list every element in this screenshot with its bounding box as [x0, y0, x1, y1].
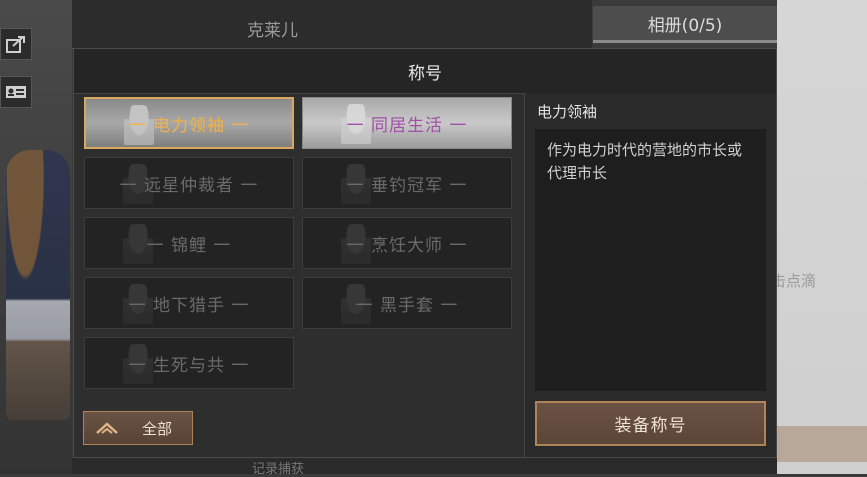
character-name-tab[interactable]: 克莱儿 [72, 0, 592, 49]
title-tile-label: 一 锦鲤 一 [146, 235, 232, 256]
title-tile-koi[interactable]: 一 锦鲤 一 [84, 217, 294, 269]
equip-title-button[interactable]: 装备称号 [535, 401, 766, 446]
title-dialog: 称号 一 电力领袖 一 一 同居生活 一 一 远星仲裁者 一 一 垂钓冠军 一 … [73, 48, 777, 458]
title-tile-star-arbiter[interactable]: 一 远星仲裁者 一 [84, 157, 294, 209]
title-tile-life-and-death[interactable]: 一 生死与共 一 [84, 337, 294, 389]
profile-card-button[interactable] [0, 76, 32, 108]
title-tile-label: 一 生死与共 一 [128, 355, 250, 376]
character-figure [6, 150, 70, 420]
selected-title-name: 电力领袖 [537, 103, 598, 121]
filter-label: 全部 [142, 419, 173, 438]
title-detail-panel: 电力领袖 作为电力时代的营地的市长或代理市长 装备称号 [525, 93, 776, 457]
chevron-up-icon [96, 422, 118, 434]
title-tile-label: 一 地下猎手 一 [128, 295, 250, 316]
bottom-strip: 记录捕获 [72, 458, 777, 477]
title-tile-label: 一 垂钓冠军 一 [346, 175, 468, 196]
tap-hint: 击点滴 [771, 272, 817, 290]
character-name: 克莱儿 [247, 21, 298, 41]
background-right-panel: 击点滴 [771, 0, 867, 474]
title-tile-underground-hunter[interactable]: 一 地下猎手 一 [84, 277, 294, 329]
dialog-title: 称号 [74, 49, 776, 94]
title-tile-black-glove[interactable]: 一 黑手套 一 [302, 277, 512, 329]
album-tab[interactable]: 相册(0/5) [593, 6, 777, 43]
title-grid: 一 电力领袖 一 一 同居生活 一 一 远星仲裁者 一 一 垂钓冠军 一 一 锦… [74, 93, 524, 398]
share-button[interactable] [0, 28, 32, 60]
title-description: 作为电力时代的营地的市长或代理市长 [535, 129, 766, 391]
title-tile-label: 一 远星仲裁者 一 [119, 175, 259, 196]
right-panel-bar [777, 426, 867, 462]
title-tile-electric-leader[interactable]: 一 电力领袖 一 [84, 97, 294, 149]
bottom-text: 记录捕获 [252, 462, 305, 477]
title-tile-label: 一 电力领袖 一 [128, 115, 250, 136]
title-tile-cohabitation[interactable]: 一 同居生活 一 [302, 97, 512, 149]
title-tile-master-chef[interactable]: 一 烹饪大师 一 [302, 217, 512, 269]
title-tile-fishing-champion[interactable]: 一 垂钓冠军 一 [302, 157, 512, 209]
title-tile-label: 一 黑手套 一 [355, 295, 459, 316]
title-tile-label: 一 烹饪大师 一 [346, 235, 468, 256]
background-left-strip [0, 0, 72, 474]
id-card-icon [6, 86, 26, 98]
filter-all-button[interactable]: 全部 [83, 411, 193, 445]
share-icon [6, 36, 25, 53]
title-tile-label: 一 同居生活 一 [346, 115, 468, 136]
